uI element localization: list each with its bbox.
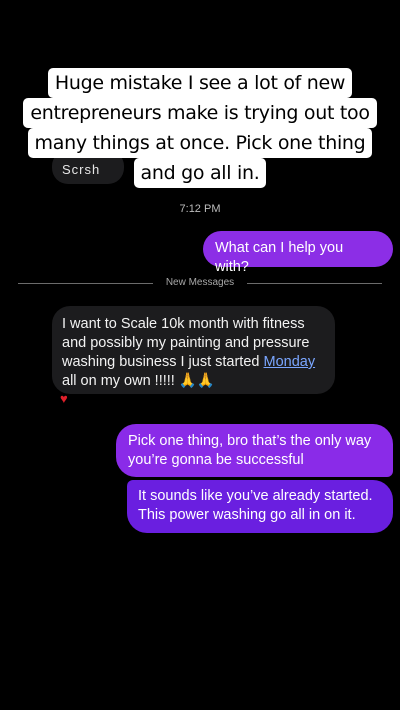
new-messages-divider: New Messages bbox=[18, 276, 382, 290]
outgoing-message-2-text: Pick one thing, bro that’s the only way … bbox=[128, 433, 372, 468]
outgoing-message-1-text: What can I help you with? bbox=[215, 240, 344, 275]
caption-overlay: Huge mistake I see a lot of new entrepre… bbox=[0, 68, 400, 188]
outgoing-message-3[interactable]: It sounds like you’ve already started. T… bbox=[127, 480, 393, 533]
outgoing-message-3-text: It sounds like you’ve already started. T… bbox=[138, 488, 373, 523]
caption-line-4: and go all in. bbox=[133, 158, 267, 188]
divider-rule-right bbox=[247, 283, 382, 284]
caption-line-2: entrepreneurs make is trying out too bbox=[23, 98, 377, 128]
caption-line-3: many things at once. Pick one thing bbox=[27, 128, 373, 158]
message-timestamp: 7:12 PM bbox=[179, 203, 221, 215]
heart-reaction-icon[interactable]: ♥ bbox=[60, 391, 68, 406]
incoming-message-1-text-end: all on my own !!!!! 🙏🙏 bbox=[62, 373, 215, 389]
outgoing-message-1[interactable]: What can I help you with? bbox=[203, 231, 393, 275]
caption-line-1: Huge mistake I see a lot of new bbox=[47, 68, 353, 98]
incoming-message-1[interactable]: I want to Scale 10k month with fitness a… bbox=[52, 306, 335, 394]
incoming-message-1-link[interactable]: Monday bbox=[264, 354, 316, 370]
outgoing-message-2[interactable]: Pick one thing, bro that’s the only way … bbox=[116, 424, 393, 477]
